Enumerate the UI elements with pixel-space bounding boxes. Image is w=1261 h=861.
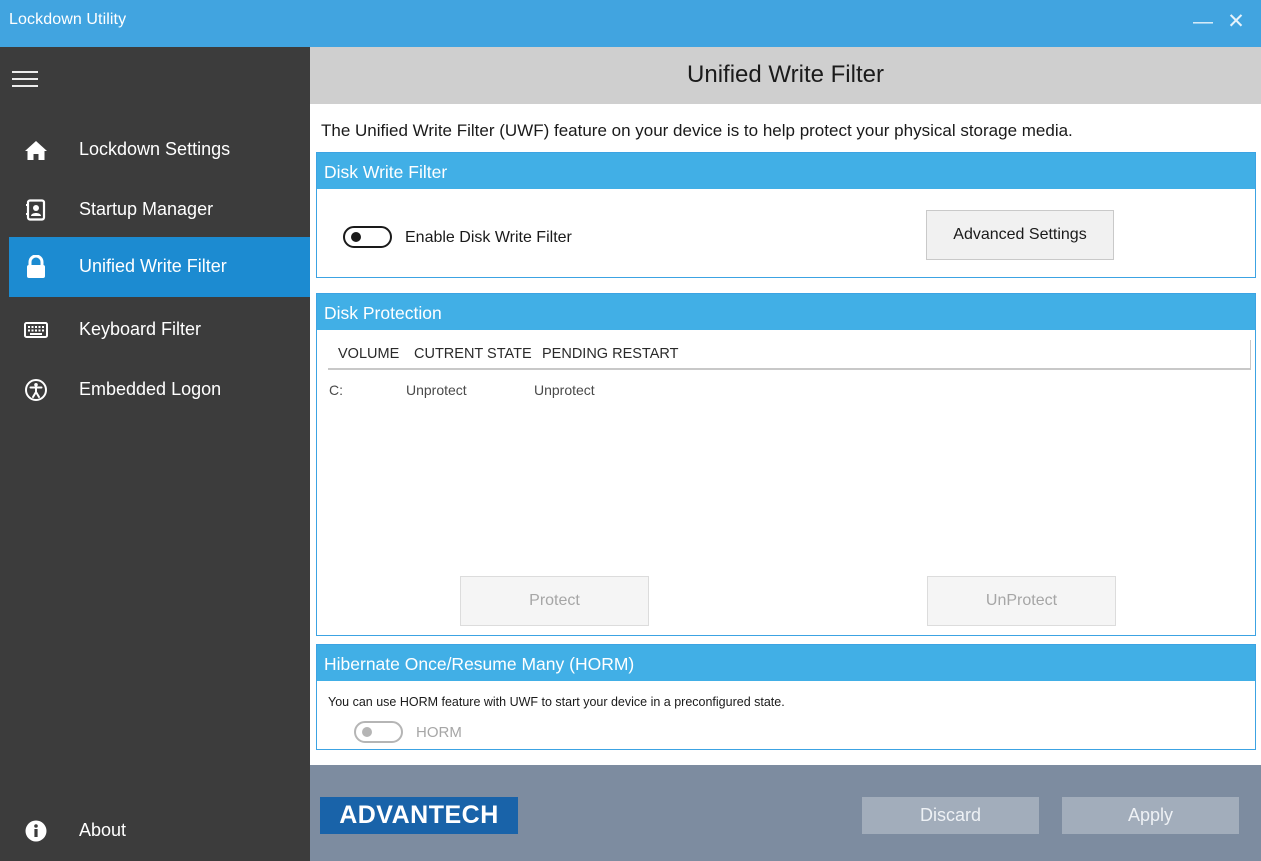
sidebar: Lockdown Settings Startup Manager Unifie… bbox=[0, 47, 310, 861]
advantech-logo: ADVANTECH bbox=[320, 797, 518, 834]
disk-protection-panel: Disk Protection VOLUME CUTRENT STATE PEN… bbox=[316, 293, 1256, 636]
protect-button[interactable]: Protect bbox=[460, 576, 649, 626]
minimize-button[interactable]: — bbox=[1185, 9, 1221, 37]
table-row[interactable]: C: Unprotect Unprotect bbox=[328, 382, 928, 402]
contact-book-icon bbox=[24, 199, 48, 221]
disk-write-filter-toggle[interactable] bbox=[343, 226, 392, 248]
toggle-knob bbox=[362, 727, 372, 737]
title-bar: Lockdown Utility — ✕ bbox=[0, 0, 1261, 47]
page-title: Unified Write Filter bbox=[687, 61, 884, 88]
panel-heading: Disk Protection bbox=[317, 294, 1255, 330]
sidebar-item-label: Keyboard Filter bbox=[79, 319, 202, 339]
intro-text: The Unified Write Filter (UWF) feature o… bbox=[321, 121, 1073, 140]
toggle-knob bbox=[351, 232, 361, 242]
column-header-current-state[interactable]: CUTRENT STATE bbox=[414, 346, 532, 362]
page-header: Unified Write Filter bbox=[310, 47, 1261, 104]
toggle-label: Enable Disk Write Filter bbox=[405, 229, 572, 246]
lock-icon bbox=[24, 255, 48, 278]
sidebar-item-label: Embedded Logon bbox=[79, 379, 222, 399]
sidebar-item-lockdown-settings[interactable]: Lockdown Settings bbox=[9, 120, 310, 180]
window-title: Lockdown Utility bbox=[9, 11, 127, 28]
column-header-pending-restart[interactable]: PENDING RESTART bbox=[542, 346, 678, 362]
sidebar-item-about[interactable]: About bbox=[9, 801, 310, 861]
sidebar-item-startup-manager[interactable]: Startup Manager bbox=[9, 180, 310, 240]
horm-toggle[interactable] bbox=[354, 721, 403, 743]
discard-button[interactable]: Discard bbox=[862, 797, 1039, 834]
sidebar-item-label: Unified Write Filter bbox=[79, 256, 227, 276]
sidebar-item-label: Lockdown Settings bbox=[79, 139, 231, 159]
close-button[interactable]: ✕ bbox=[1218, 9, 1254, 37]
sidebar-item-unified-write-filter[interactable]: Unified Write Filter bbox=[9, 237, 310, 297]
volume-table: VOLUME CUTRENT STATE PENDING RESTART C: … bbox=[317, 330, 1255, 635]
unprotect-button[interactable]: UnProtect bbox=[927, 576, 1116, 626]
horm-toggle-label: HORM bbox=[416, 724, 462, 741]
advanced-settings-button[interactable]: Advanced Settings bbox=[926, 210, 1114, 260]
footer-bar: ADVANTECH Discard Apply bbox=[310, 765, 1261, 861]
accessibility-icon bbox=[24, 379, 48, 401]
sidebar-item-keyboard-filter[interactable]: Keyboard Filter bbox=[9, 300, 310, 360]
table-header: VOLUME CUTRENT STATE PENDING RESTART bbox=[328, 340, 1251, 370]
cell-pending-restart: Unprotect bbox=[534, 382, 595, 398]
keyboard-icon bbox=[24, 319, 48, 341]
info-icon bbox=[24, 820, 48, 842]
cell-current-state: Unprotect bbox=[406, 382, 467, 398]
hamburger-menu-icon[interactable] bbox=[12, 69, 38, 89]
horm-description: You can use HORM feature with UWF to sta… bbox=[328, 695, 785, 709]
sidebar-item-embedded-logon[interactable]: Embedded Logon bbox=[9, 360, 310, 420]
column-header-volume[interactable]: VOLUME bbox=[338, 346, 399, 362]
sidebar-item-label: Startup Manager bbox=[79, 199, 214, 219]
disk-write-filter-panel: Disk Write Filter Enable Disk Write Filt… bbox=[316, 152, 1256, 278]
panel-heading: Disk Write Filter bbox=[317, 153, 1255, 189]
horm-panel: Hibernate Once/Resume Many (HORM) You ca… bbox=[316, 644, 1256, 750]
panel-heading: Hibernate Once/Resume Many (HORM) bbox=[317, 645, 1255, 681]
home-icon bbox=[24, 139, 48, 161]
apply-button[interactable]: Apply bbox=[1062, 797, 1239, 834]
sidebar-item-label: About bbox=[79, 820, 127, 840]
cell-volume: C: bbox=[329, 382, 343, 398]
